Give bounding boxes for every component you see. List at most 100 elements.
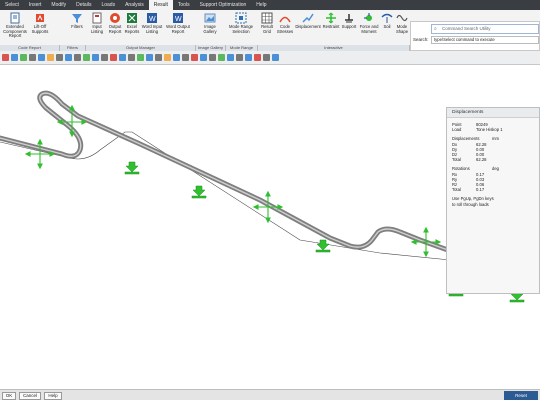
ok-button[interactable]: OK: [2, 392, 16, 400]
quick-toolbar: [0, 51, 540, 65]
tab-analysis[interactable]: Analysis: [120, 0, 149, 10]
result-grid-button[interactable]: Result Grid: [259, 12, 275, 44]
tab-help[interactable]: Help: [251, 0, 271, 10]
toolbar-button[interactable]: [245, 54, 252, 61]
image-gallery-button[interactable]: Image Gallery: [200, 12, 220, 44]
code-stresses-button[interactable]: Code Stresses: [276, 12, 294, 44]
cancel-button[interactable]: Cancel: [19, 392, 41, 400]
ribbon: Extended Components Report Lift-Off Supp…: [0, 10, 540, 51]
toolbar-button[interactable]: [227, 54, 234, 61]
toolbar-button[interactable]: [74, 54, 81, 61]
output-report-icon: [109, 12, 121, 24]
tab-tools[interactable]: Tools: [173, 0, 195, 10]
help-button[interactable]: Help: [44, 392, 62, 400]
toolbar-button[interactable]: [56, 54, 63, 61]
toolbar-button[interactable]: [20, 54, 27, 61]
input-listing-icon: [91, 12, 103, 24]
toolbar-button[interactable]: [137, 54, 144, 61]
tab-select[interactable]: Select: [0, 0, 24, 10]
word-output-report-button[interactable]: W Word Output Report: [163, 12, 193, 44]
toolbar-button[interactable]: [146, 54, 153, 61]
toolbar-button[interactable]: [38, 54, 45, 61]
input-listing-button[interactable]: Input Listing: [88, 12, 106, 44]
load-value: Tone Hiskop 1: [476, 127, 503, 133]
toolbar-button[interactable]: [29, 54, 36, 61]
support-button[interactable]: Support: [340, 12, 358, 44]
toolbar-button[interactable]: [65, 54, 72, 61]
excel-icon: [126, 12, 138, 24]
restraint-icon: [325, 12, 337, 24]
mode-shape-button[interactable]: Mode Shape: [394, 12, 410, 44]
force-and-moment-button[interactable]: Force and Moment: [358, 12, 380, 44]
tab-modify[interactable]: Modify: [46, 0, 71, 10]
toolbar-button[interactable]: [209, 54, 216, 61]
toolbar-button[interactable]: [164, 54, 171, 61]
search-label: Search:: [413, 37, 429, 42]
toolbar-button[interactable]: [11, 54, 18, 61]
toolbar-button[interactable]: [47, 54, 54, 61]
restraint-symbol[interactable]: [410, 226, 442, 258]
tab-insert[interactable]: Insert: [24, 0, 47, 10]
ribbon-label: Input Listing: [90, 24, 104, 34]
ribbon-label: Filters: [71, 24, 83, 29]
displacement-panel[interactable]: Displacements Point 80249 Load Tone Hiskop…: [446, 107, 540, 294]
tab-result[interactable]: Result: [148, 0, 173, 10]
toolbar-button[interactable]: [263, 54, 270, 61]
toolbar-button[interactable]: [236, 54, 243, 61]
svg-text:W: W: [175, 16, 182, 23]
tab-loads[interactable]: Loads: [96, 0, 120, 10]
command-search-panel: Command Search Utility ⌕ Search: type/Se…: [410, 21, 540, 51]
word-icon: W: [172, 12, 184, 24]
mode-range-selection-button[interactable]: Mode Range Selection: [228, 12, 254, 44]
lift-off-supports-button[interactable]: Lift-Off Supports: [30, 12, 50, 44]
reset-button[interactable]: Reset: [504, 391, 538, 400]
ribbon-label: Word Output Report: [166, 24, 190, 34]
ribbon-label: Code Stresses: [276, 24, 294, 34]
toolbar-button[interactable]: [83, 54, 90, 61]
toolbar-button[interactable]: [182, 54, 189, 61]
command-search-input[interactable]: Command Search Utility: [431, 24, 539, 34]
output-report-button[interactable]: Output Report: [106, 12, 124, 44]
toolbar-button[interactable]: [200, 54, 207, 61]
ribbon-label: Result Grid: [261, 24, 273, 34]
toolbar-button[interactable]: [254, 54, 261, 61]
tab-details[interactable]: Details: [71, 0, 96, 10]
ribbon-label: Extended Components Report: [3, 24, 27, 39]
tab-support-optimization[interactable]: Support Optimization: [195, 0, 252, 10]
lift-off-icon: [34, 12, 46, 24]
toolbar-button[interactable]: [173, 54, 180, 61]
toolbar-button[interactable]: [119, 54, 126, 61]
menu-tab-bar: Select Insert Modify Details Loads Analy…: [0, 0, 540, 10]
word-input-listing-button[interactable]: W Word Input Listing: [141, 12, 163, 44]
model-viewport[interactable]: Displacements Point 80249 Load Tone Hiskop…: [0, 66, 540, 388]
mode-shape-icon: [396, 12, 408, 24]
search-command-field[interactable]: type/Select command to execute: [431, 36, 539, 44]
filters-button[interactable]: Filters: [68, 12, 86, 44]
ribbon-label: Excel Reports: [124, 24, 140, 34]
extended-components-report-button[interactable]: Extended Components Report: [2, 12, 28, 44]
toolbar-button[interactable]: [110, 54, 117, 61]
toolbar-button[interactable]: [191, 54, 198, 61]
stress-icon: [279, 12, 291, 24]
toolbar-button[interactable]: [101, 54, 108, 61]
displacements-unit: mm: [492, 136, 499, 142]
toolbar-button[interactable]: [92, 54, 99, 61]
restraint-button[interactable]: Restraint: [322, 12, 340, 44]
excel-reports-button[interactable]: Excel Reports: [124, 12, 140, 44]
displacement-button[interactable]: Displacement: [294, 12, 322, 44]
support-symbol[interactable]: [315, 239, 331, 253]
rotations-unit: deg: [492, 166, 499, 172]
support-symbol[interactable]: [191, 185, 207, 199]
toolbar-button[interactable]: [272, 54, 279, 61]
soil-button[interactable]: Soil: [380, 12, 394, 44]
ribbon-label: Restraint: [322, 24, 340, 29]
toolbar-button[interactable]: [155, 54, 162, 61]
soil-icon: [381, 12, 393, 24]
support-symbol[interactable]: [124, 161, 140, 175]
ribbon-label: Displacement: [295, 24, 321, 29]
ribbon-label: Output Report: [108, 24, 122, 34]
toolbar-button[interactable]: [128, 54, 135, 61]
restraint-symbol[interactable]: [56, 104, 88, 138]
toolbar-button[interactable]: [218, 54, 225, 61]
toolbar-button[interactable]: [2, 54, 9, 61]
